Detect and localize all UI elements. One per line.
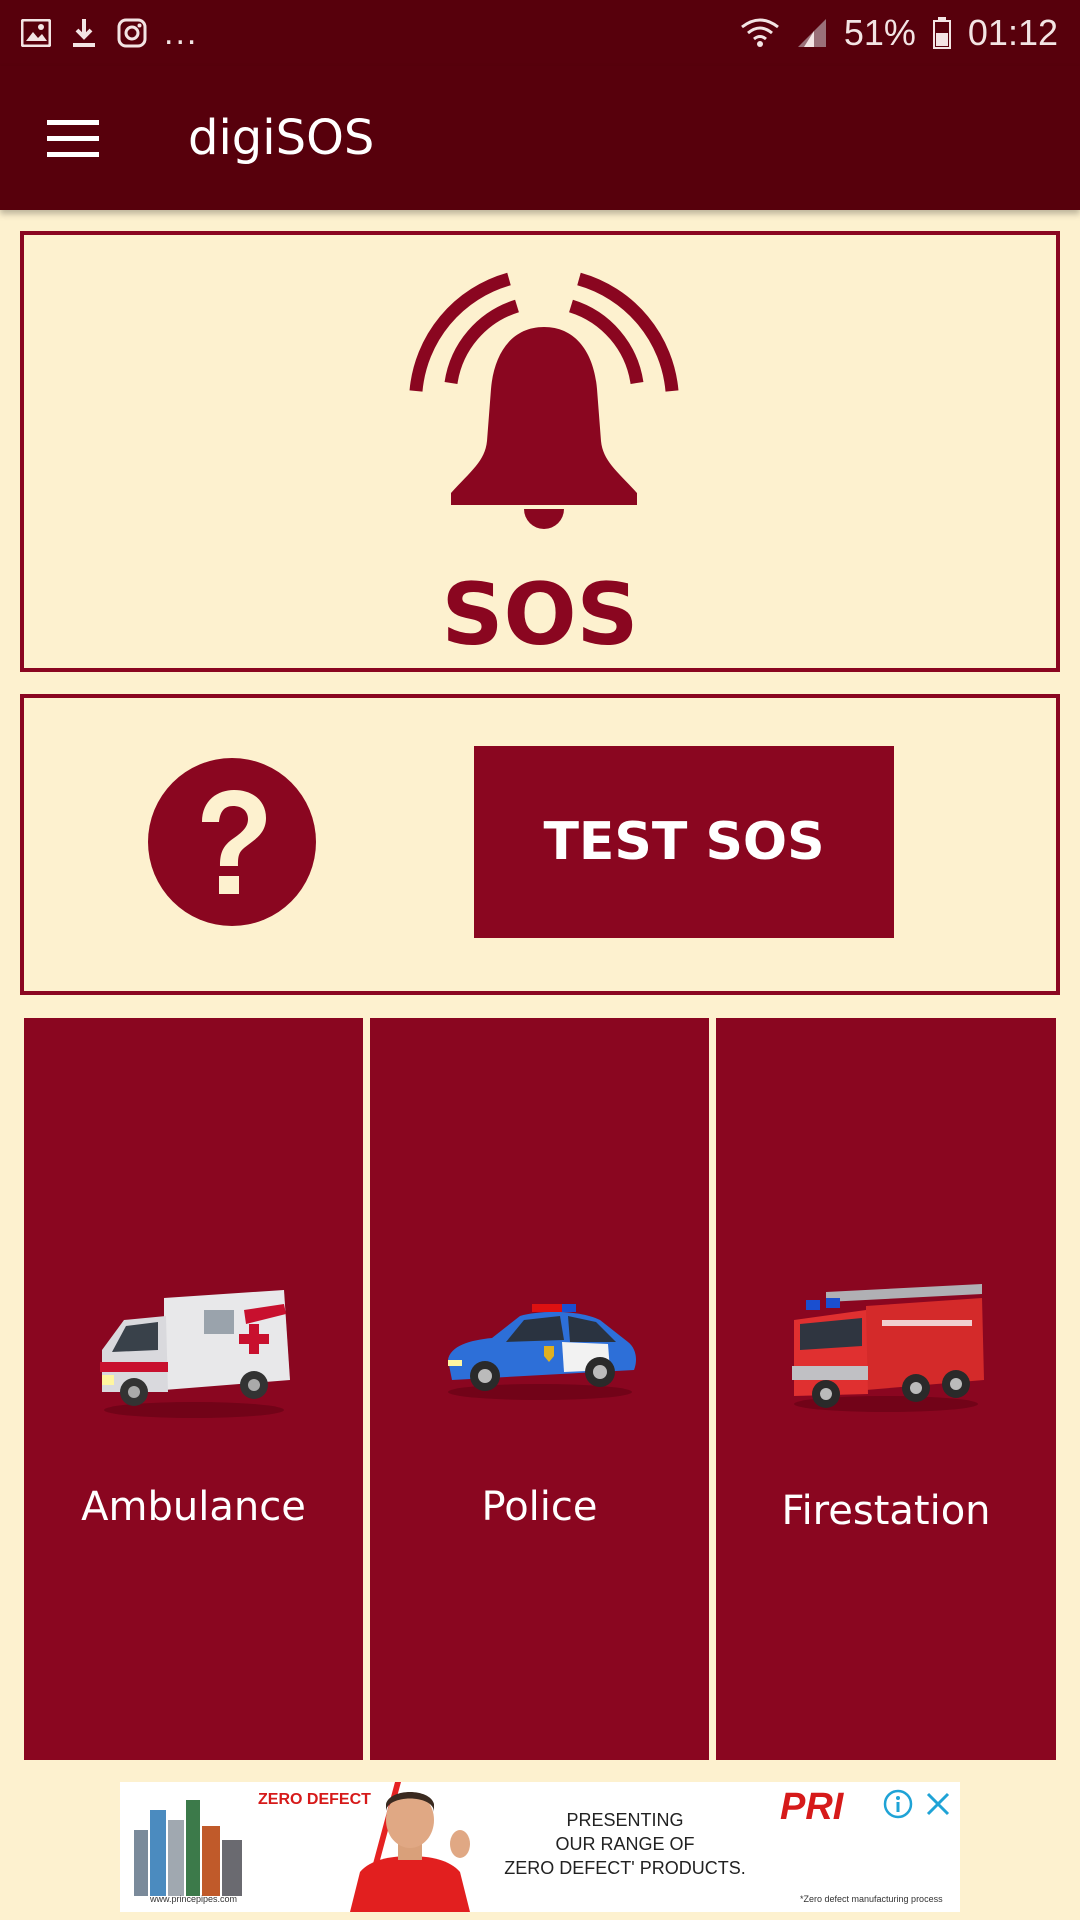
firestation-label: Firestation [781, 1488, 991, 1534]
ad-text-line-2: OUR RANGE OF [555, 1834, 695, 1854]
menu-icon [47, 120, 99, 157]
ad-person-image [350, 1792, 470, 1912]
police-car-icon [447, 1304, 636, 1400]
signal-icon [796, 17, 828, 49]
battery-percent: 51% [843, 12, 916, 53]
test-sos-panel: TEST SOS [20, 694, 1060, 995]
ad-url: www.princepipes.com [150, 1894, 238, 1904]
menu-button[interactable] [36, 101, 110, 175]
ambulance-tile[interactable]: Ambulance [24, 1018, 363, 1760]
ambulance-icon [99, 1290, 290, 1418]
ad-info-button[interactable] [880, 1786, 916, 1822]
download-icon [68, 17, 100, 49]
more-notifications: ... [164, 14, 199, 52]
ad-close-button[interactable] [920, 1786, 956, 1822]
police-label: Police [481, 1484, 598, 1530]
status-bar-right: 51% 01:12 [740, 12, 1058, 54]
ad-logo: PRI [780, 1786, 844, 1828]
police-tile[interactable]: Police [370, 1018, 709, 1760]
ad-banner[interactable]: ZERO DEFECT PRESENTING OUR RANGE OF ZERO… [120, 1782, 960, 1912]
battery-icon [932, 17, 952, 49]
clock: 01:12 [967, 12, 1058, 53]
instagram-icon [116, 17, 148, 49]
info-icon [883, 1789, 913, 1819]
image-icon [20, 17, 52, 49]
status-bar: ... 51% 01:12 [0, 0, 1080, 66]
help-icon[interactable] [146, 756, 318, 928]
ad-text: PRESENTING OUR RANGE OF ZERO DEFECT' PRO… [500, 1808, 750, 1880]
ad-text-line-1: PRESENTING [566, 1810, 684, 1830]
wifi-icon [740, 17, 780, 49]
firestation-tile[interactable]: Firestation [716, 1018, 1056, 1760]
app-bar: digiSOS [0, 66, 1080, 210]
ad-disclaimer: *Zero defect manufacturing process [800, 1894, 943, 1904]
status-bar-left: ... [20, 16, 198, 50]
pipes-image [134, 1800, 242, 1896]
app-title: digiSOS [188, 110, 375, 166]
test-sos-button[interactable]: TEST SOS [474, 746, 894, 938]
alarm-bell-icon [409, 272, 679, 529]
sos-label: SOS [441, 565, 639, 665]
fire-truck-icon [792, 1284, 984, 1412]
ad-text-line-3: ZERO DEFECT' PRODUCTS. [504, 1858, 746, 1878]
ambulance-label: Ambulance [81, 1484, 306, 1530]
close-icon [926, 1792, 950, 1816]
sos-panel[interactable]: SOS [20, 231, 1060, 672]
